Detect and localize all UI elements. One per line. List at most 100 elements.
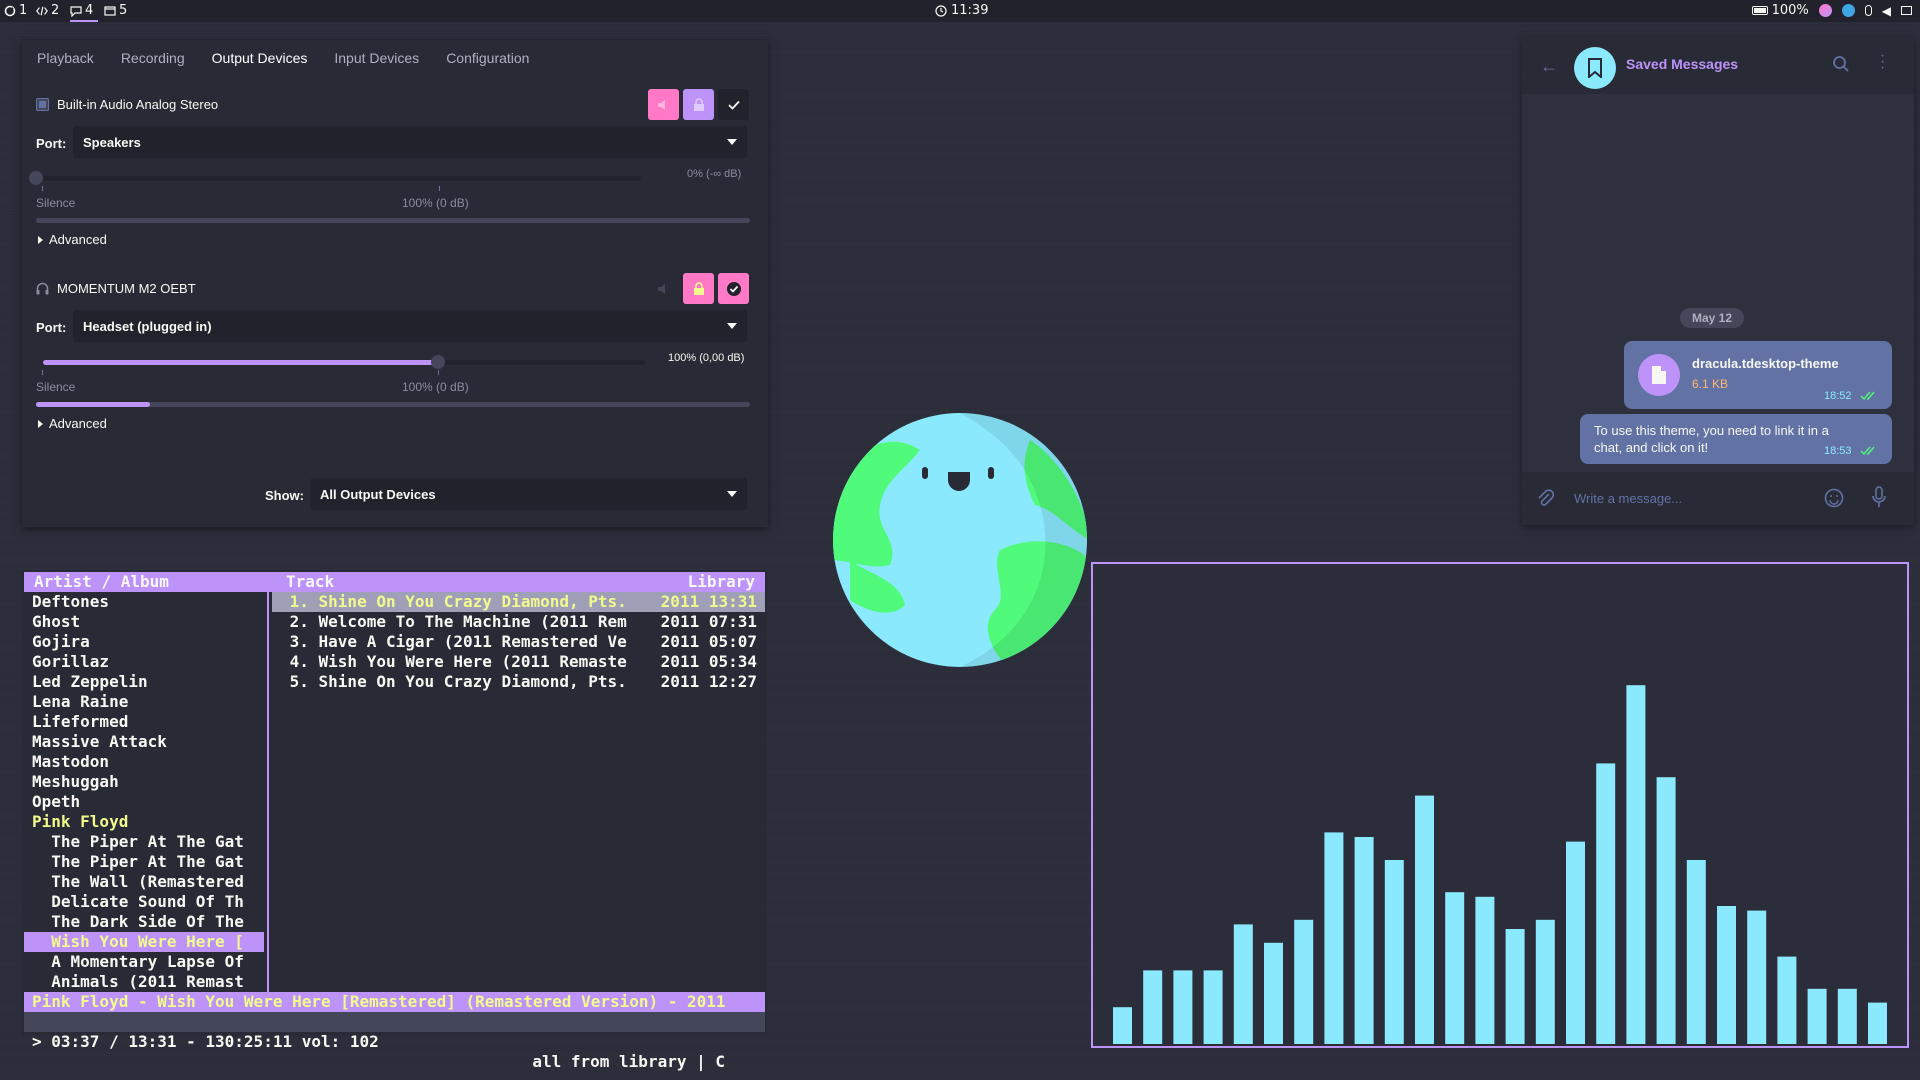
port-value: Speakers [83,134,141,150]
pane-divider [267,592,269,992]
file-name: dracula.tdesktop-theme [1692,356,1839,371]
album-item[interactable]: The Piper At The Gat [24,852,264,872]
expand-arrow-icon [38,419,43,428]
track-date-duration: 2011 05:34 [660,652,757,671]
window-icon [104,5,116,16]
album-item[interactable]: Animals (2011 Remast [24,972,264,992]
clock[interactable]: 11:39 [935,3,988,18]
document-icon[interactable] [1638,354,1680,396]
chat-header: ← Saved Messages · · · [1522,38,1914,94]
system-tray: 100% ◀︎ [1751,3,1912,18]
back-arrow-icon[interactable]: ← [1540,56,1558,77]
telegram-window: ← Saved Messages · · · May 12 dracula.tdes… [1522,38,1914,525]
port-value: Headset (plugged in) [83,318,212,334]
bluetooth-icon[interactable] [1864,5,1872,16]
artist-item[interactable]: Lifeformed [24,712,264,732]
speaker-icon [657,283,665,294]
track-title: 3. Have A Cigar (2011 Remastered Ve [280,632,627,651]
advanced-expander[interactable]: Advanced [38,416,107,431]
album-item[interactable]: Wish You Were Here [ [24,932,264,952]
microphone-icon[interactable] [1872,486,1886,508]
battery-status[interactable]: 100% [1751,3,1809,18]
artist-item[interactable]: Pink Floyd [24,812,264,832]
emoji-icon[interactable] [1824,488,1844,508]
port-label: Port: [36,136,67,151]
debian-icon [4,5,16,16]
tab-playback[interactable]: Playback [37,50,94,66]
artist-item[interactable]: Mastodon [24,752,264,772]
search-icon[interactable] [1832,55,1850,73]
artist-item[interactable]: Ghost [24,612,264,632]
text-message[interactable]: To use this theme, you need to link it i… [1580,414,1892,464]
app-tray-icon[interactable] [1818,4,1832,17]
track-row[interactable]: 5. Shine On You Crazy Diamond, Pts. 2011 … [272,672,765,692]
album-item[interactable]: Delicate Sound Of Th [24,892,264,912]
lock-channels-button[interactable] [683,273,714,304]
artist-item[interactable]: Lena Raine [24,692,264,712]
set-default-button[interactable] [718,273,749,304]
workspace-1[interactable]: 1 [4,3,27,18]
album-item[interactable]: A Momentary Lapse Of [24,952,264,972]
double-check-icon [1860,446,1875,456]
volume-slider-knob[interactable] [431,355,445,369]
message-input[interactable]: Write a message... [1574,491,1682,506]
visualizer-bar [1173,970,1193,1044]
show-label: Show: [265,488,304,503]
slider-tick [438,370,439,375]
show-dropdown[interactable]: All Output Devices [310,478,747,510]
workspace-2[interactable]: 2 [36,3,59,18]
album-item[interactable]: The Piper At The Gat [24,832,264,852]
workspace-4[interactable]: 4 [70,3,93,18]
mute-button[interactable] [648,273,679,304]
lock-channels-button[interactable] [683,89,714,120]
telegram-tray-icon[interactable] [1841,4,1855,17]
visualizer-bar [1113,1007,1132,1044]
artist-item[interactable]: Opeth [24,792,264,812]
album-item[interactable]: The Wall (Remastered [24,872,264,892]
track-row[interactable]: 1. Shine On You Crazy Diamond, Pts. 2011 … [272,592,765,612]
artist-item[interactable]: Deftones [24,592,264,612]
artist-item[interactable]: Led Zeppelin [24,672,264,692]
workspace-5[interactable]: 5 [104,3,127,18]
silence-label: Silence [36,380,76,394]
visualizer-bar [1656,777,1676,1044]
visualizer-bar [1717,906,1736,1044]
visualizer-bar [1384,860,1404,1044]
artist-item[interactable]: Meshuggah [24,772,264,792]
artist-item[interactable]: Gorillaz [24,652,264,672]
tab-output-devices[interactable]: Output Devices [212,50,308,66]
saved-messages-avatar[interactable] [1574,47,1616,89]
chat-title[interactable]: Saved Messages [1626,56,1738,72]
visualizer-bar [1233,924,1253,1044]
paperclip-icon[interactable] [1536,488,1554,508]
tab-recording[interactable]: Recording [121,50,185,66]
track-row[interactable]: 2. Welcome To The Machine (2011 Rem 2011 … [272,612,765,632]
advanced-expander[interactable]: Advanced [38,232,107,247]
set-default-button[interactable] [718,89,749,120]
battery-icon [1751,6,1768,15]
visualizer-bar [1777,956,1797,1044]
track-row[interactable]: 4. Wish You Were Here (2011 Remaste 2011 … [272,652,765,672]
mute-icon[interactable]: ◀︎ [1882,4,1891,18]
tab-input-devices[interactable]: Input Devices [334,50,419,66]
album-item[interactable]: The Dark Side Of The [24,912,264,932]
headphones-icon [36,282,49,295]
track-row[interactable]: 3. Have A Cigar (2011 Remastered Ve 2011 … [272,632,765,652]
artist-item[interactable]: Gojira [24,632,264,652]
port-dropdown[interactable]: Headset (plugged in) [73,310,747,342]
chevron-down-icon [727,139,737,145]
port-dropdown[interactable]: Speakers [73,126,747,158]
device-name: Built-in Audio Analog Stereo [57,97,219,112]
file-message[interactable]: dracula.tdesktop-theme 6.1 KB 18:52 [1624,341,1892,409]
volume-slider-knob[interactable] [29,171,43,185]
mute-button[interactable] [648,89,679,120]
volume-slider[interactable] [29,171,641,185]
more-options-icon[interactable]: · · · [1880,48,1885,76]
active-workspace-indicator [70,20,98,22]
power-icon[interactable] [1901,6,1912,15]
volume-slider[interactable] [43,355,645,369]
audio-card-icon [36,98,49,111]
tab-configuration[interactable]: Configuration [446,50,529,66]
artist-item[interactable]: Massive Attack [24,732,264,752]
device-header: Built-in Audio Analog Stereo [36,97,218,112]
